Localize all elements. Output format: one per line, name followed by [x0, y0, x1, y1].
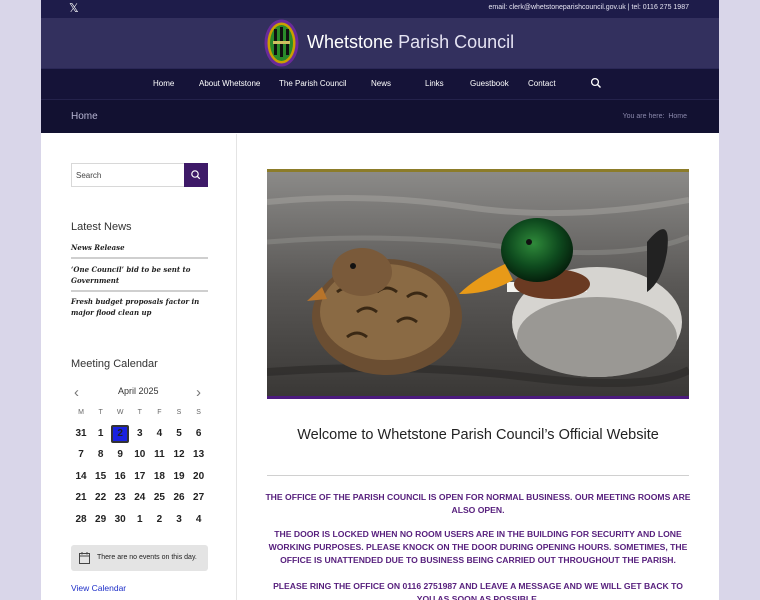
calendar-day[interactable]: 30: [111, 511, 129, 529]
hero-bottom-border: [267, 396, 689, 399]
notice-ring-office: PLEASE RING THE OFFICE ON 0116 2751987 A…: [273, 581, 683, 600]
latest-news-heading: Latest News: [71, 221, 132, 233]
calendar-day[interactable]: 1: [92, 425, 110, 443]
nav-the-parish-council[interactable]: The Parish Council: [279, 79, 347, 88]
welcome-heading: Welcome to Whetstone Parish Council’s Of…: [297, 427, 659, 443]
main-nav: Home About Whetstone The Parish Council …: [41, 68, 719, 99]
calendar-weekday: W: [116, 409, 124, 416]
contact-info: email: clerk@whetstoneparishcouncil.gov.…: [488, 4, 689, 11]
chevron-right-icon[interactable]: ›: [196, 384, 201, 401]
calendar-day[interactable]: 3: [170, 511, 188, 529]
breadcrumb-current[interactable]: Home: [668, 113, 687, 120]
search-icon[interactable]: [590, 77, 602, 89]
calendar-day[interactable]: 11: [150, 446, 168, 464]
view-calendar-link[interactable]: View Calendar: [71, 583, 126, 593]
calendar-day[interactable]: 18: [150, 468, 168, 486]
calendar-day[interactable]: 24: [131, 489, 149, 507]
calendar-day[interactable]: 3: [131, 425, 149, 443]
calendar-weekday: S: [196, 409, 201, 416]
sidebar: Search Latest News News Release ‘One Cou…: [41, 134, 237, 600]
news-divider: [71, 290, 208, 292]
calendar-day[interactable]: 20: [190, 468, 208, 486]
news-link[interactable]: ‘One Council’ bid to be sent to Governme…: [71, 264, 208, 286]
nav-about-whetstone[interactable]: About Whetstone: [199, 79, 260, 88]
no-events-text: There are no events on this day.: [97, 554, 197, 561]
calendar-day[interactable]: 6: [190, 425, 208, 443]
news-link[interactable]: News Release: [71, 242, 208, 253]
calendar-day[interactable]: 14: [72, 468, 90, 486]
calendar-day[interactable]: 5: [170, 425, 188, 443]
breadcrumb: Home You are here: Home: [41, 99, 719, 133]
calendar-day[interactable]: 29: [92, 511, 110, 529]
calendar-day[interactable]: 2: [150, 511, 168, 529]
nav-contact[interactable]: Contact: [528, 79, 556, 88]
notice-door-locked: THE DOOR IS LOCKED WHEN NO ROOM USERS AR…: [268, 529, 688, 565]
meeting-calendar-heading: Meeting Calendar: [71, 358, 158, 370]
news-link[interactable]: Fresh budget proposals factor in major f…: [71, 296, 208, 318]
page: 𝕏 email: clerk@whetstoneparishcouncil.go…: [41, 0, 719, 600]
content-divider: [267, 475, 689, 476]
calendar-day[interactable]: 31: [72, 425, 90, 443]
top-bar: 𝕏 email: clerk@whetstoneparishcouncil.go…: [41, 0, 719, 18]
calendar-day[interactable]: 4: [190, 511, 208, 529]
nav-links[interactable]: Links: [425, 79, 444, 88]
nav-news[interactable]: News: [371, 79, 391, 88]
calendar-day[interactable]: 13: [190, 446, 208, 464]
site-title[interactable]: Whetstone Parish Council: [307, 32, 514, 53]
calendar-month: April 2025: [118, 386, 159, 396]
calendar-weekday: T: [98, 409, 103, 416]
page-title: Home: [71, 111, 98, 122]
calendar-day[interactable]: 17: [131, 468, 149, 486]
calendar-day[interactable]: 21: [72, 489, 90, 507]
search-button[interactable]: [184, 163, 208, 187]
calendar-day[interactable]: 23: [111, 489, 129, 507]
calendar-weekday: F: [157, 409, 162, 416]
calendar-day[interactable]: 8: [92, 446, 110, 464]
calendar-day[interactable]: 16: [111, 468, 129, 486]
calendar-day[interactable]: 19: [170, 468, 188, 486]
calendar-day[interactable]: 9: [111, 446, 129, 464]
calendar-day[interactable]: 22: [92, 489, 110, 507]
calendar-icon: [79, 552, 90, 564]
notice-office-open: THE OFFICE OF THE PARISH COUNCIL IS OPEN…: [265, 492, 691, 515]
calendar-day[interactable]: 1: [131, 511, 149, 529]
ducks-illustration: [267, 172, 689, 396]
x-icon[interactable]: 𝕏: [69, 2, 79, 15]
calendar-day[interactable]: 7: [72, 446, 90, 464]
calendar-weekday: T: [137, 409, 142, 416]
main-content: Welcome to Whetstone Parish Council’s Of…: [238, 134, 719, 600]
calendar-day[interactable]: 4: [150, 425, 168, 443]
calendar-day[interactable]: 25: [150, 489, 168, 507]
no-events-message: There are no events on this day.: [71, 545, 208, 571]
calendar-weekday: S: [176, 409, 182, 416]
search-input[interactable]: Search: [71, 163, 185, 187]
calendar-day[interactable]: 15: [92, 468, 110, 486]
calendar-day[interactable]: 10: [131, 446, 149, 464]
news-divider: [71, 257, 208, 259]
hero-image: [267, 172, 689, 396]
calendar-day-today[interactable]: 2: [111, 425, 130, 443]
breadcrumb-trail: You are here: Home: [623, 113, 687, 120]
nav-guestbook[interactable]: Guestbook: [470, 79, 509, 88]
parish-crest-logo[interactable]: [264, 19, 299, 67]
site-title-rest: Parish Council: [398, 32, 515, 52]
search-icon: [191, 170, 201, 180]
calendar-day[interactable]: 28: [72, 511, 90, 529]
site-title-strong: Whetstone: [307, 32, 394, 52]
calendar-weekday: M: [78, 409, 84, 416]
chevron-left-icon[interactable]: ‹: [74, 384, 79, 401]
calendar-day[interactable]: 26: [170, 489, 188, 507]
nav-home[interactable]: Home: [153, 79, 174, 88]
site-header: Whetstone Parish Council: [41, 18, 719, 68]
breadcrumb-you-are-here: You are here:: [622, 113, 665, 120]
calendar-day[interactable]: 12: [170, 446, 188, 464]
calendar-day[interactable]: 27: [190, 489, 208, 507]
